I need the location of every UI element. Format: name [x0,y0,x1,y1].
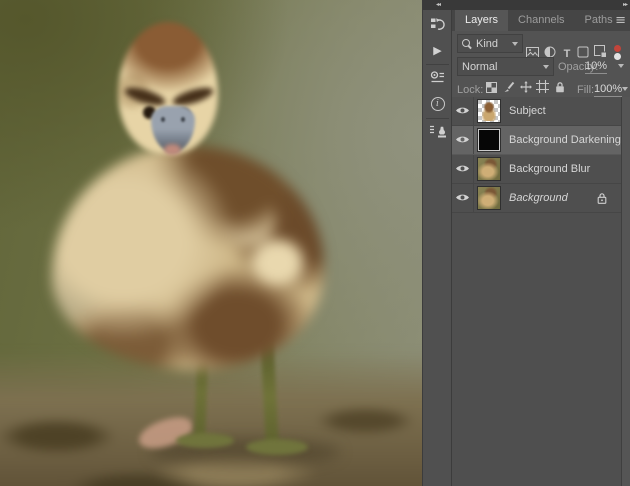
filter-type-button[interactable]: T [560,47,574,61]
clone-source-icon [429,124,447,143]
eye-icon [455,189,470,207]
layer-thumbnail[interactable] [478,158,500,180]
layer-name: Background [509,192,568,204]
clone-source-panel-button[interactable] [423,123,452,143]
info-panel-button[interactable]: i [423,94,452,114]
layer-thumbnail[interactable] [478,129,500,151]
filter-toggle-switch[interactable] [613,45,622,61]
layers-panel: Layers Channels Paths ≡ Kind T Normal Op… [452,10,630,486]
layer-name: Background Darkening [509,134,621,146]
visibility-toggle[interactable] [452,155,474,183]
layer-thumbnail[interactable] [478,100,500,122]
layer-row-background-blur[interactable]: Background Blur [452,155,621,184]
blend-mode-dropdown[interactable]: Normal [457,57,554,76]
layer-row-subject[interactable]: Subject [452,97,621,126]
lock-pixels-button[interactable] [502,80,515,98]
duckling-left-foot [176,433,234,448]
brush-icon [503,80,515,98]
search-icon [462,38,472,49]
panel-tabbar: Layers Channels Paths ≡ [452,10,630,31]
lock-transparency-button[interactable] [485,80,498,98]
tab-layers-label: Layers [465,14,499,26]
collapse-panel-button[interactable]: ▸▸ [623,0,628,10]
layer-name: Background Blur [509,163,591,175]
checkerboard-icon [486,80,497,98]
move-icon [519,80,532,98]
tab-channels-label: Channels [518,14,565,26]
filter-kind-label: Kind [476,37,499,50]
visibility-toggle[interactable] [452,126,474,154]
fill-label: Fill: [577,84,595,96]
filter-smart-object-button[interactable] [593,45,607,61]
dock-separator [426,64,449,65]
visibility-toggle[interactable] [452,184,474,212]
duckling-left-nostril [161,117,165,122]
eye-icon [455,102,470,120]
history-icon [430,17,445,36]
fill-chevron-icon[interactable] [622,87,628,91]
fill-value[interactable]: 100% [594,83,623,97]
photo-canvas[interactable] [0,0,422,486]
panel-menu-icon[interactable]: ≡ [615,13,626,28]
duckling-right-foot [246,439,308,455]
opacity-chevron-icon[interactable] [618,64,624,68]
duckling-body [52,146,324,370]
actions-panel-button[interactable]: ▶ [423,40,452,60]
lock-label: Lock: [457,84,484,96]
layer-lock-icon [597,192,607,204]
eye-icon [455,131,470,149]
lock-artboard-button[interactable] [536,79,549,98]
layer-thumbnail[interactable] [478,187,500,209]
layer-row-background[interactable]: Background [452,184,621,213]
adjustments-panel-button[interactable] [423,70,452,90]
history-panel-button[interactable] [423,16,452,36]
panel-icon-dock: ▶ i [422,10,452,486]
dock-separator-2 [426,118,449,119]
type-icon: T [563,48,571,60]
collapse-dock-button[interactable]: ◂◂ [436,0,441,10]
lock-all-button[interactable] [553,80,566,98]
ground-blur [0,351,422,486]
padlock-icon [555,80,565,98]
layers-list: Subject Background Darkening Background … [452,97,621,486]
artboard-icon [536,79,549,98]
panel-top-strip: ◂◂ ▸▸ [422,0,630,10]
layer-row-background-darkening[interactable]: Background Darkening [452,126,621,155]
info-icon: i [430,97,445,111]
chevron-down-icon [512,41,518,46]
panel-scrollbar-gutter[interactable] [621,97,630,486]
duckling-beak-tip [164,144,181,155]
layer-name: Subject [509,105,546,117]
filter-kind-dropdown[interactable]: Kind [457,34,523,53]
eye-icon [455,160,470,178]
blend-mode-value: Normal [462,60,498,73]
adjustments-icon [430,71,445,89]
tab-paths-label: Paths [584,14,613,26]
duckling-right-nostril [181,117,185,122]
visibility-toggle[interactable] [452,97,474,125]
opacity-value[interactable]: 10% [585,60,608,74]
photoshop-window: ◂◂ ▸▸ ▶ i Layers Channels Paths ≡ Kind T… [0,0,630,486]
lock-position-button[interactable] [519,80,532,98]
filter-shape-button[interactable] [576,46,590,61]
tab-channels[interactable]: Channels [508,10,574,31]
play-icon: ▶ [433,43,442,57]
tab-layers[interactable]: Layers [455,10,509,31]
chevron-down-icon [543,64,549,69]
